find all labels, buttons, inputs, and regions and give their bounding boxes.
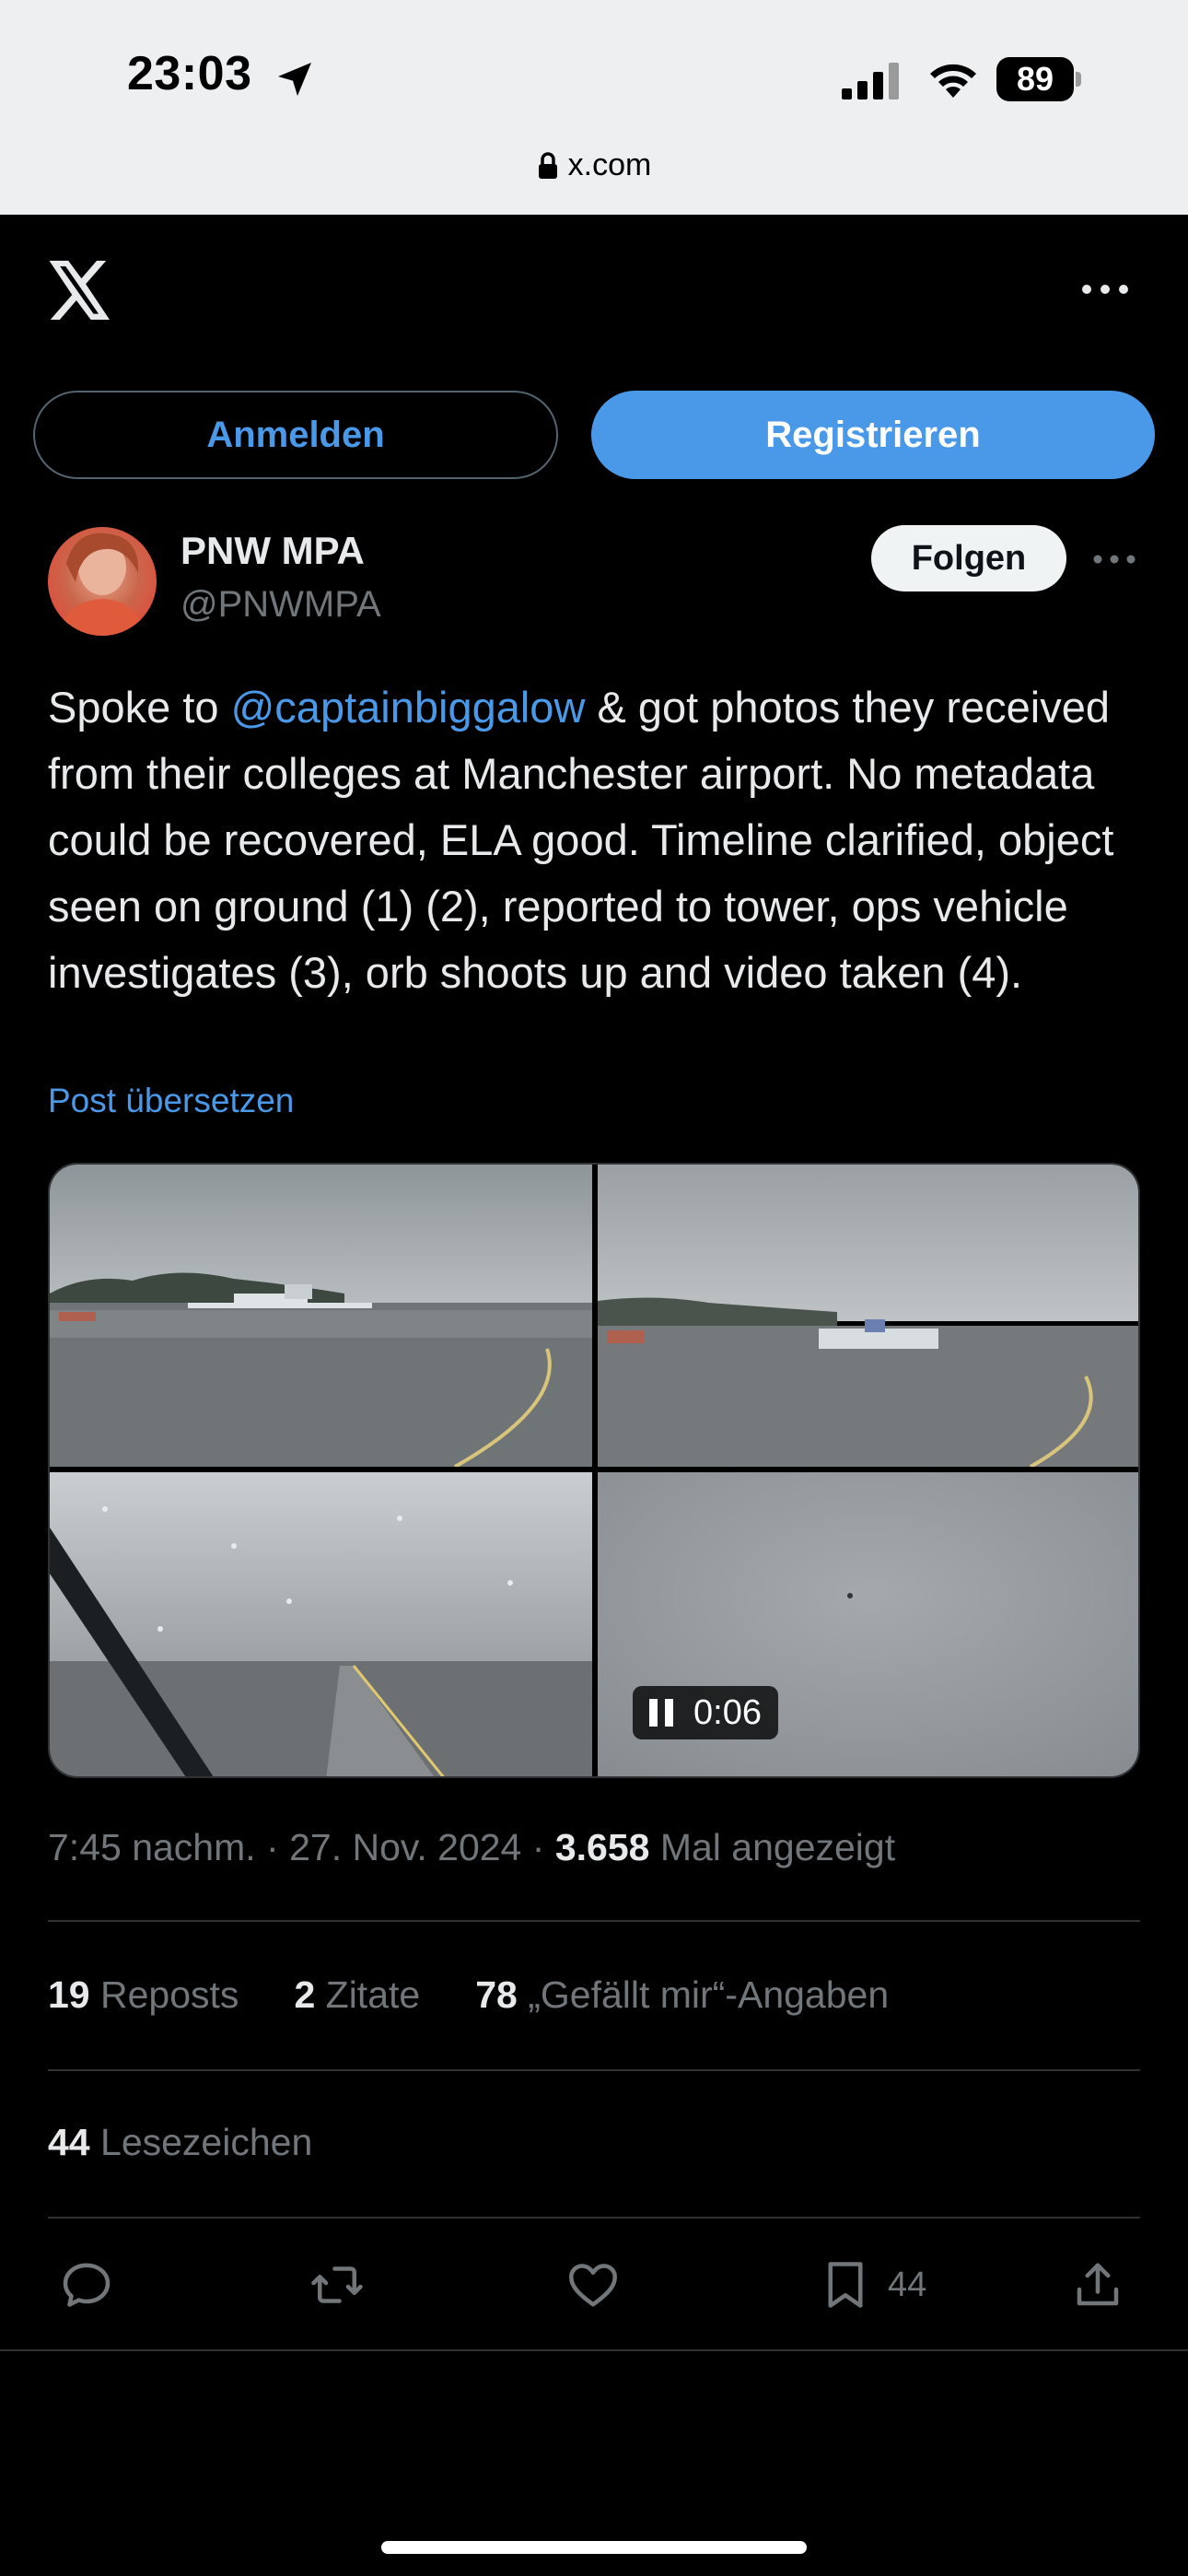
login-button[interactable]: Anmelden <box>33 391 558 479</box>
author-name[interactable]: PNW MPA <box>181 529 365 573</box>
translate-link[interactable]: Post übersetzen <box>48 1082 294 1120</box>
media-photo-3[interactable] <box>50 1472 592 1776</box>
tweet-text-start: Spoke to <box>48 683 231 732</box>
bookmark-button[interactable]: 44 <box>818 2255 926 2314</box>
divider <box>48 1920 1140 1922</box>
quotes-count: 2 <box>294 1973 316 2016</box>
battery-indicator: 89 <box>996 57 1081 101</box>
reposts-label: Reposts <box>100 1973 239 2016</box>
url-text: x.com <box>567 147 652 182</box>
views-count: 3.658 <box>554 1826 650 1868</box>
more-icon[interactable] <box>1079 273 1131 306</box>
status-time: 23:03 <box>127 47 252 100</box>
repost-button[interactable] <box>309 2255 365 2314</box>
media-video-4[interactable]: 0:06 <box>598 1472 1138 1776</box>
share-icon <box>1077 2263 1119 2306</box>
browser-chrome: 23:03 89 x.com <box>0 0 1188 215</box>
url-bar[interactable]: x.com <box>0 147 1188 183</box>
tweet-date[interactable]: 27. Nov. 2024 <box>289 1826 521 1868</box>
lock-icon <box>538 151 557 179</box>
mention-link[interactable]: @captainbiggalow <box>231 683 586 732</box>
bookmarks-stat[interactable]: 44 Lesezeichen <box>48 2121 312 2164</box>
author-handle[interactable]: @PNWMPA <box>181 584 381 626</box>
likes-label: „Gefällt mir“-Angaben <box>528 1973 890 2016</box>
reposts-stat[interactable]: 19 Reposts <box>48 1973 239 2017</box>
home-indicator[interactable] <box>381 2541 807 2554</box>
divider <box>48 2217 1140 2219</box>
battery-level: 89 <box>996 57 1074 101</box>
meta-separator: · <box>266 1826 279 1868</box>
media-photo-1[interactable] <box>50 1165 592 1467</box>
avatar[interactable] <box>48 527 157 636</box>
video-timestamp-badge[interactable]: 0:06 <box>633 1686 778 1739</box>
location-arrow-icon <box>278 63 311 96</box>
tweet-meta: 7:45 nachm. · 27. Nov. 2024 · 3.658 Mal … <box>48 1826 895 1869</box>
like-icon <box>569 2264 617 2307</box>
divider <box>48 2069 1140 2071</box>
views-label: Mal angezeigt <box>659 1826 896 1868</box>
bookmarks-label: Lesezeichen <box>100 2121 313 2163</box>
bookmarks-count: 44 <box>48 2121 90 2163</box>
register-button[interactable]: Registrieren <box>591 391 1155 479</box>
tweet-time[interactable]: 7:45 nachm. <box>48 1826 256 1868</box>
reply-icon <box>63 2263 111 2307</box>
divider <box>0 2349 1188 2351</box>
x-logo-icon[interactable] <box>48 261 112 320</box>
likes-count: 78 <box>475 1973 518 2016</box>
quotes-stat[interactable]: 2 Zitate <box>294 1973 420 2017</box>
media-grid: 0:06 <box>48 1163 1140 1778</box>
bookmark-count: 44 <box>888 2265 927 2304</box>
pause-icon[interactable] <box>649 1699 673 1727</box>
video-time: 0:06 <box>693 1692 762 1732</box>
like-button[interactable] <box>565 2255 621 2314</box>
repost-icon <box>311 2266 363 2303</box>
share-button[interactable] <box>1070 2255 1125 2314</box>
signal-icon <box>842 63 899 100</box>
bookmark-icon <box>828 2262 863 2308</box>
media-photo-2[interactable] <box>598 1165 1138 1467</box>
meta-separator: · <box>531 1826 545 1868</box>
battery-tip <box>1076 72 1081 87</box>
likes-stat[interactable]: 78 „Gefällt mir“-Angaben <box>475 1973 889 2017</box>
follow-button[interactable]: Folgen <box>871 525 1066 591</box>
reposts-count: 19 <box>48 1973 90 2016</box>
tweet-text: Spoke to @captainbiggalow & got photos t… <box>48 674 1153 1006</box>
engagement-stats: 19 Reposts 2 Zitate 78 „Gefällt mir“-Ang… <box>48 1973 944 2017</box>
quotes-label: Zitate <box>325 1973 421 2016</box>
reply-button[interactable] <box>59 2255 114 2314</box>
wifi-icon <box>930 64 976 98</box>
more-icon[interactable] <box>1092 545 1136 573</box>
